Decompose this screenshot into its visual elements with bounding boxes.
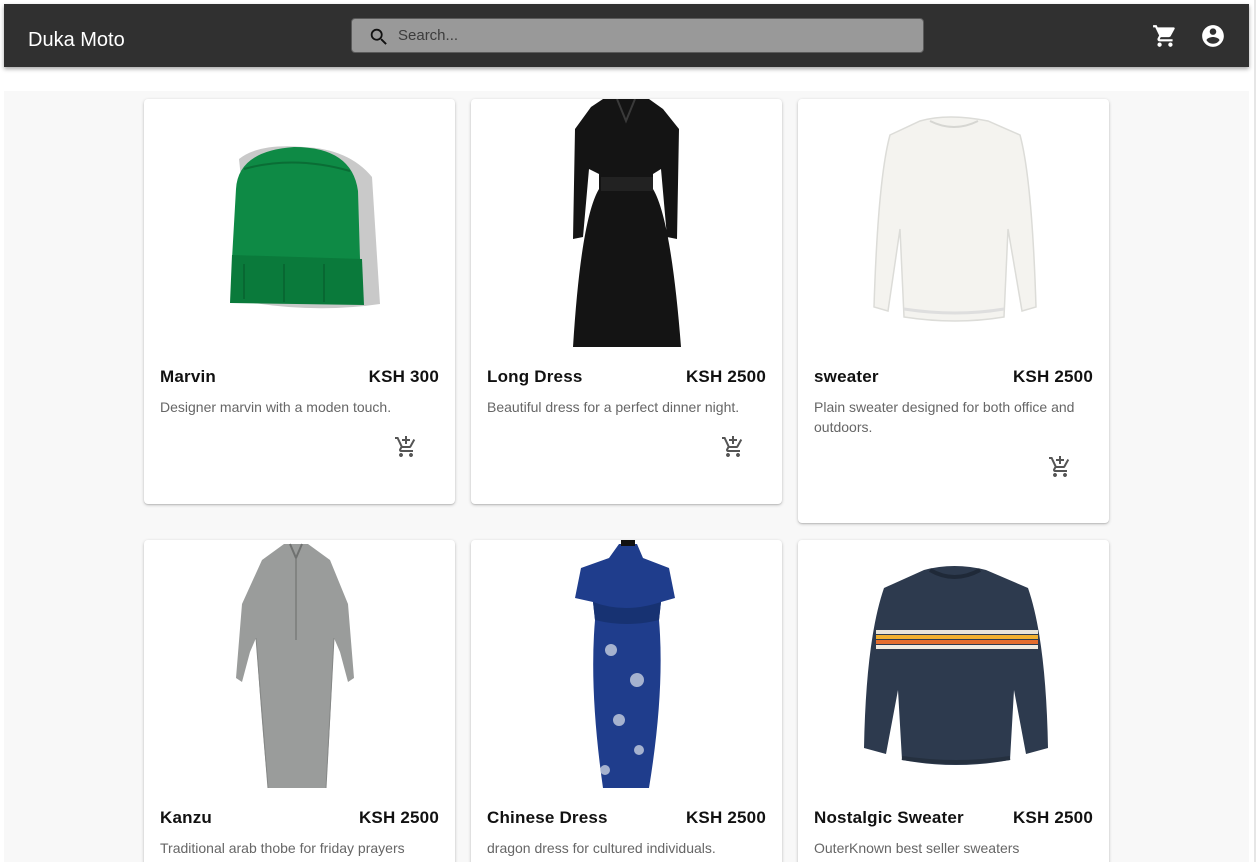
product-name: Marvin — [160, 367, 216, 386]
brand-title[interactable]: Duka Moto — [28, 28, 125, 52]
scrollbar-track[interactable] — [1254, 0, 1256, 862]
product-image-green-beanie[interactable] — [144, 99, 455, 349]
product-image-black-long-dress[interactable] — [471, 99, 782, 349]
product-card-sweater[interactable]: sweater KSH 2500 Plain sweater designed … — [798, 99, 1109, 523]
search-input[interactable] — [398, 19, 898, 52]
account-circle-icon[interactable] — [1200, 23, 1226, 49]
product-card-kanzu[interactable]: Kanzu KSH 2500 Traditional arab thobe fo… — [144, 540, 455, 862]
product-price: KSH 2500 — [358, 808, 439, 827]
product-price: KSH 2500 — [685, 808, 766, 827]
shopping-cart-icon[interactable] — [1152, 23, 1178, 49]
product-name: Kanzu — [160, 808, 212, 827]
search-icon — [370, 28, 387, 45]
product-name: sweater — [814, 367, 879, 386]
product-image-navy-striped-sweater[interactable] — [798, 540, 1109, 790]
search-bar[interactable] — [351, 18, 924, 53]
add-shopping-cart-icon[interactable] — [1048, 455, 1072, 479]
product-image-blue-qipao[interactable] — [471, 540, 782, 790]
product-name: Chinese Dress — [487, 808, 608, 827]
product-description: OuterKnown best seller sweaters — [814, 840, 1020, 856]
app-bar: Duka Moto — [4, 4, 1249, 67]
product-description: Beautiful dress for a perfect dinner nig… — [487, 399, 740, 415]
product-price: KSH 2500 — [1012, 367, 1093, 386]
product-price: KSH 2500 — [1012, 808, 1093, 827]
product-description: Traditional arab thobe for friday prayer… — [160, 840, 405, 856]
product-price: KSH 300 — [368, 367, 439, 386]
product-image-white-sweatshirt[interactable] — [798, 99, 1109, 349]
product-card-long-dress[interactable]: Long Dress KSH 2500 Beautiful dress for … — [471, 99, 782, 504]
add-shopping-cart-icon[interactable] — [721, 435, 745, 459]
product-card-marvin[interactable]: Marvin KSH 300 Designer marvin with a mo… — [144, 99, 455, 504]
product-name: Long Dress — [487, 367, 583, 386]
product-card-chinese-dress[interactable]: Chinese Dress KSH 2500 dragon dress for … — [471, 540, 782, 862]
product-card-nostalgic-sweater[interactable]: Nostalgic Sweater KSH 2500 OuterKnown be… — [798, 540, 1109, 862]
product-image-grey-kanzu[interactable] — [144, 540, 455, 790]
product-description: dragon dress for cultured individuals. — [487, 840, 716, 856]
product-description: Plain sweater designed for both office a… — [814, 399, 1075, 435]
add-shopping-cart-icon[interactable] — [394, 435, 418, 459]
product-name: Nostalgic Sweater — [814, 808, 964, 827]
product-description: Designer marvin with a moden touch. — [160, 399, 392, 415]
product-price: KSH 2500 — [685, 367, 766, 386]
